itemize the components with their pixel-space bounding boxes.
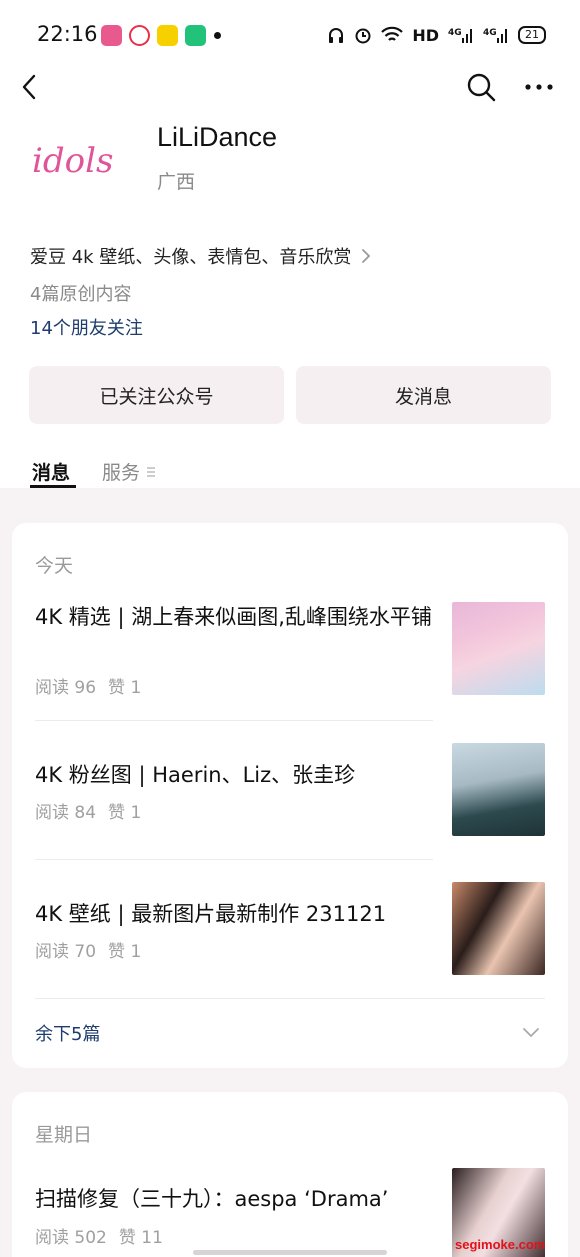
divider (35, 998, 545, 999)
account-description[interactable]: 爱豆 4k 壁纸、头像、表情包、音乐欣赏 (30, 243, 371, 269)
account-region: 广西 (157, 171, 196, 193)
article-item[interactable]: 4K 精选 | 湖上春来似画图,乱峰围绕水平铺 阅读 96 赞 1 (35, 601, 545, 721)
article-reads: 阅读 96 (35, 678, 97, 698)
article-reads: 阅读 502 (35, 1228, 107, 1248)
back-icon[interactable] (18, 72, 44, 102)
article-likes: 赞 1 (108, 942, 142, 962)
account-name: LiLiDance (157, 122, 278, 152)
friends-following-link[interactable]: 14个朋友关注 (30, 314, 143, 340)
svg-text:4G: 4G (448, 28, 462, 38)
article-reads: 阅读 70 (35, 942, 97, 962)
article-thumbnail (452, 882, 545, 975)
article-title: 扫描修复（三十九）：aespa ‘Drama’ (35, 1187, 389, 1211)
alarm-icon (355, 28, 371, 44)
battery-icon: 21 (518, 26, 546, 44)
app-notification-icon (101, 25, 122, 46)
headphones-icon (329, 28, 344, 43)
article-likes: 赞 1 (108, 803, 142, 823)
article-reads: 阅读 84 (35, 803, 97, 823)
video-app-notification-icon (129, 25, 150, 46)
article-thumbnail (452, 743, 545, 836)
network-label: HD (412, 25, 439, 45)
group-date: 星期日 (35, 1124, 93, 1146)
original-count: 4篇原创内容 (30, 284, 132, 305)
article-stats: 阅读 70 赞 1 (35, 937, 141, 962)
divider (35, 859, 433, 860)
article-title: 4K 壁纸 | 最新图片最新制作 231121 (35, 902, 387, 926)
article-likes: 赞 1 (108, 678, 142, 698)
send-message-button[interactable]: 发消息 (296, 366, 551, 424)
account-description-text: 爱豆 4k 壁纸、头像、表情包、音乐欣赏 (30, 247, 352, 268)
article-thumbnail (452, 602, 545, 695)
more-notifications-dot (214, 32, 221, 39)
chevron-down-icon[interactable] (522, 1026, 540, 1038)
show-more-link[interactable]: 余下5篇 (35, 1020, 100, 1046)
svg-text:4G: 4G (483, 28, 497, 38)
group-date: 今天 (35, 555, 74, 577)
tab-active-indicator (30, 485, 76, 488)
tab-messages[interactable]: 消息 (32, 458, 70, 485)
signal-4g-icon: 4G (448, 28, 472, 43)
article-title: 4K 粉丝图 | Haerin、Liz、张圭珍 (35, 763, 356, 787)
logo-text: idols (32, 141, 113, 181)
tab-services-label: 服务 (102, 462, 141, 484)
watermark: segimoke.com (455, 1237, 546, 1252)
chevron-right-icon (362, 249, 371, 263)
divider (35, 720, 433, 721)
wifi-icon (381, 26, 404, 41)
message-group-card: 星期日 扫描修复（三十九）：aespa ‘Drama’ 阅读 502 赞 11 (12, 1092, 568, 1257)
followed-button[interactable]: 已关注公众号 (29, 366, 284, 424)
article-stats: 阅读 502 赞 11 (35, 1223, 163, 1248)
menu-icon (147, 466, 156, 477)
article-stats: 阅读 96 赞 1 (35, 673, 141, 698)
status-time: 22:16 (37, 22, 98, 46)
article-likes: 赞 11 (118, 1228, 163, 1248)
article-item[interactable]: 4K 粉丝图 | Haerin、Liz、张圭珍 阅读 84 赞 1 (35, 743, 545, 843)
meituan-notification-icon (157, 25, 178, 46)
article-stats: 阅读 84 赞 1 (35, 798, 141, 823)
status-bar: 22:16 HD 4G 4G 21 (0, 0, 580, 70)
message-group-card: 今天 4K 精选 | 湖上春来似画图,乱峰围绕水平铺 阅读 96 赞 1 4K 粉… (12, 523, 568, 1068)
search-icon[interactable] (466, 72, 496, 102)
tab-services[interactable]: 服务 (102, 458, 156, 485)
more-icon[interactable] (524, 80, 554, 94)
status-icons: HD 4G 4G 21 (327, 22, 546, 48)
chat-app-notification-icon (185, 25, 206, 46)
article-title: 4K 精选 | 湖上春来似画图,乱峰围绕水平铺 (35, 605, 432, 629)
account-logo: idols (32, 141, 113, 181)
signal-4g-icon: 4G (483, 28, 507, 43)
article-item[interactable]: 4K 壁纸 | 最新图片最新制作 231121 阅读 70 赞 1 (35, 882, 545, 982)
home-indicator[interactable] (193, 1250, 387, 1255)
